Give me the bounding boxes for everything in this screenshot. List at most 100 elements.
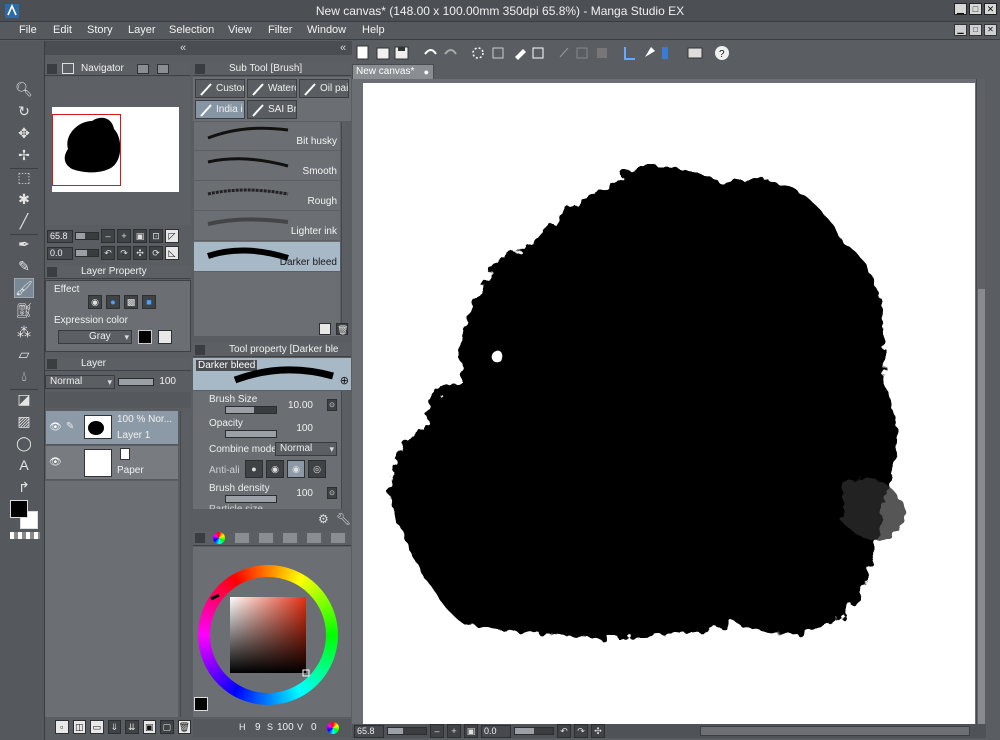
airbrush-tool-icon[interactable]: ⛽︎ (14, 300, 34, 320)
history-color-tab-icon[interactable] (331, 533, 345, 543)
mdi-close-icon[interactable]: ✕ (984, 24, 997, 36)
layer-opacity-value[interactable]: 100 (155, 376, 176, 387)
zoom-out-icon[interactable]: – (101, 229, 115, 243)
brush-size-slider[interactable] (225, 406, 277, 414)
fill-tool-icon[interactable]: ◪ (14, 389, 34, 409)
menu-story[interactable]: Story (87, 24, 113, 36)
density-dynamics-icon[interactable]: ⊙ (327, 487, 337, 499)
effect-layer-color-icon[interactable]: ■ (142, 295, 156, 309)
brush-density-value[interactable]: 100 (279, 488, 313, 499)
text-tool-icon[interactable]: A (14, 455, 34, 475)
tool-wrench-icon[interactable]: 🔧︎ (336, 512, 351, 526)
main-color-swatch[interactable] (10, 500, 28, 518)
brush-tool-icon[interactable]: 🖌︎ (14, 278, 34, 298)
status-angle-slider[interactable] (514, 727, 554, 735)
status-zoom[interactable]: 65.8 (354, 724, 384, 738)
combine-icon[interactable]: ⇊ (125, 720, 139, 734)
maximize-button[interactable]: □ (969, 3, 982, 15)
actual-size-icon[interactable]: ▣ (133, 229, 147, 243)
minimize-button[interactable]: ▁ (954, 3, 967, 15)
canvas-vscroll[interactable] (976, 79, 985, 729)
copy-subtool-icon[interactable] (319, 323, 331, 335)
brush-density-slider[interactable] (225, 495, 277, 503)
status-reset-rotate-icon[interactable]: ✣ (591, 724, 605, 738)
transfer-icon[interactable]: ⇓ (107, 720, 121, 734)
new-raster-layer-icon[interactable]: ▫ (55, 720, 69, 734)
clip-icon[interactable]: ▢ (160, 720, 174, 734)
operation-tool-icon[interactable]: ✥ (14, 123, 34, 143)
brush-darker-bleed[interactable]: Darker bleed (194, 242, 340, 272)
color-slider-tab-icon[interactable] (235, 533, 249, 543)
new-folder-icon[interactable]: ▭ (90, 720, 104, 734)
opacity-value[interactable]: 100 (279, 423, 313, 434)
group-sai-brush[interactable]: SAI Br (247, 100, 297, 119)
gradient-tool-icon[interactable]: ▨ (14, 411, 34, 431)
brush-bit-husky[interactable]: Bit husky (194, 122, 340, 151)
menu-window[interactable]: Window (307, 24, 346, 36)
expression-white-icon[interactable] (158, 330, 172, 344)
color-main-swatch[interactable] (194, 697, 208, 711)
menu-layer[interactable]: Layer (128, 24, 156, 36)
layer-scrollbar[interactable] (180, 411, 189, 717)
flip-h-icon[interactable]: ◸ (165, 229, 179, 243)
combine-mode-dropdown[interactable]: Normal (275, 442, 337, 456)
navigator-view-frame[interactable] (52, 114, 121, 186)
delete-subtool-icon[interactable]: 🗑︎ (336, 323, 348, 335)
status-fit-icon[interactable]: ▣ (464, 724, 478, 738)
effect-tone-icon[interactable]: ▩ (124, 295, 138, 309)
mdi-minimize-icon[interactable]: ▁ (954, 24, 967, 36)
group-watercolor[interactable]: Waterc (247, 79, 297, 98)
close-button[interactable]: ✕ (984, 3, 997, 15)
menu-help[interactable]: Help (362, 24, 385, 36)
menu-view[interactable]: View (228, 24, 252, 36)
subtool-scrollbar[interactable] (341, 122, 350, 336)
eraser-tool-icon[interactable]: ▱ (14, 344, 34, 364)
nav-angle-slider[interactable] (75, 249, 99, 257)
nav-angle-value[interactable]: 0.0 (47, 246, 73, 260)
brush-smooth[interactable]: Smooth (194, 152, 340, 181)
layer-row-paper[interactable]: 👁︎ Paper (46, 446, 178, 480)
layer-row-layer1[interactable]: 👁︎ ✎ 100 % Nor... Layer 1 (46, 411, 178, 445)
antialias-strong-icon[interactable]: ◎ (308, 460, 326, 478)
mdi-restore-icon[interactable]: □ (969, 24, 982, 36)
status-rotate-right-icon[interactable]: ↷ (574, 724, 588, 738)
color-wheel-tab-icon[interactable] (213, 532, 225, 544)
collapse-right-icon[interactable]: « (340, 42, 346, 54)
rotate-right-icon[interactable]: ↷ (117, 246, 131, 260)
layer-visibility-icon[interactable]: 👁︎ (49, 422, 63, 434)
frame-tool-icon[interactable]: ↱ (14, 477, 34, 497)
menu-file[interactable]: File (19, 24, 37, 36)
canvas-hscroll[interactable] (700, 726, 970, 736)
paper-visibility-icon[interactable]: 👁︎ (49, 457, 63, 469)
delete-layer-icon[interactable]: 🗑︎ (177, 720, 191, 734)
brush-rough[interactable]: Rough (194, 182, 340, 211)
group-india-ink[interactable]: India i (195, 100, 245, 119)
status-zoom-in-icon[interactable]: + (447, 724, 461, 738)
status-rotate-left-icon[interactable]: ↶ (557, 724, 571, 738)
magic-wand-icon[interactable]: ✱ (14, 189, 34, 209)
layer-property-tab[interactable]: Layer Property (81, 266, 147, 277)
antialias-none-icon[interactable]: ● (245, 460, 263, 478)
group-oil-paint[interactable]: Oil pai (299, 79, 349, 98)
color-set-tab-icon[interactable] (259, 533, 273, 543)
approx-color-tab-icon[interactable] (307, 533, 321, 543)
expression-color-dropdown[interactable]: Gray (58, 330, 132, 344)
pen-tool-icon[interactable]: ✒ (14, 234, 34, 254)
effect-border-icon[interactable]: ◉ (88, 295, 102, 309)
brush-lighter-ink[interactable]: Lighter ink (194, 212, 340, 241)
eyedropper-icon[interactable]: ╱ (14, 211, 34, 231)
rotate-cw-icon[interactable]: ⟳ (149, 246, 163, 260)
new-vector-layer-icon[interactable]: ◫ (72, 720, 86, 734)
pencil-tool-icon[interactable]: ✎ (14, 256, 34, 276)
antialias-weak-icon[interactable]: ◉ (266, 460, 284, 478)
opacity-slider[interactable] (225, 430, 277, 438)
tool-property-tab[interactable]: Tool property [Darker ble (229, 344, 339, 355)
tool-preview-zoom-icon[interactable]: ⊕ (340, 374, 349, 387)
blend-tool-icon[interactable]: 💧︎ (14, 366, 34, 386)
group-custom[interactable]: Custom (195, 79, 245, 98)
layer-tab[interactable]: Layer (81, 358, 106, 369)
zoom-tool-icon[interactable]: 🔍︎ (14, 79, 34, 99)
menu-selection[interactable]: Selection (169, 24, 214, 36)
tool-settings-icon[interactable]: ⚙ (318, 512, 329, 526)
selection-tool-icon[interactable]: ⬚ (14, 167, 34, 187)
